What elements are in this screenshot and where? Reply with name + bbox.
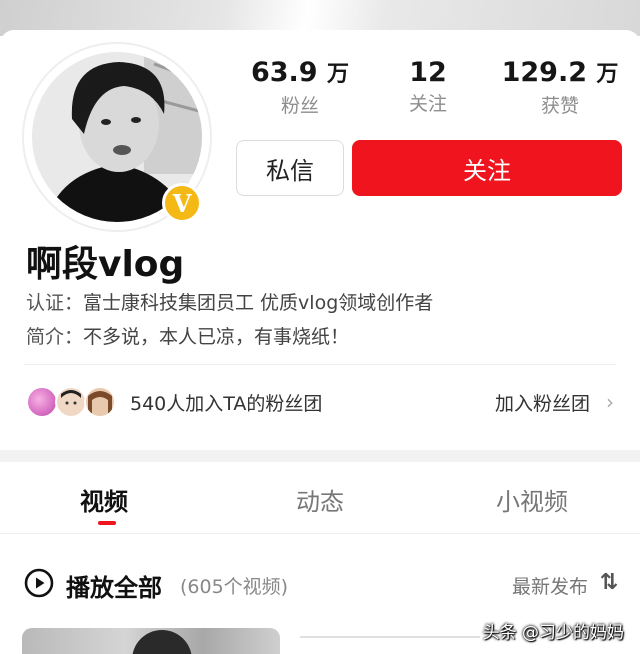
divider — [24, 364, 616, 365]
follow-button[interactable]: 关注 — [352, 140, 622, 196]
video-title-peek — [300, 636, 480, 646]
fan-club-row[interactable]: 540人加入TA的粉丝团 加入粉丝团 › — [0, 378, 640, 428]
tab-short-videos[interactable]: 小视频 — [496, 482, 568, 517]
fan-avatar — [55, 386, 87, 418]
join-fan-club-button[interactable]: 加入粉丝团 — [495, 389, 590, 416]
profile-page: V 63.9 万 粉丝 12 关注 129.2 万 获赞 私信 关注 啊段vlo… — [0, 0, 640, 654]
certification-value: 富士康科技集团员工 优质vlog领域创作者 — [83, 292, 434, 314]
profile-stats: 63.9 万 粉丝 12 关注 129.2 万 获赞 — [232, 56, 632, 122]
message-button[interactable]: 私信 — [236, 140, 344, 196]
stat-fans[interactable]: 63.9 万 粉丝 — [232, 56, 368, 120]
stat-fans-value: 63.9 万 — [250, 57, 350, 88]
play-all-row: 播放全部 (605个视频) 最新发布 ⇅ — [0, 548, 640, 608]
watermark: 头条 @习少的妈妈 — [482, 623, 624, 643]
stat-following-value: 12 — [409, 57, 447, 88]
play-circle-icon[interactable] — [24, 568, 54, 598]
stat-following[interactable]: 12 关注 — [372, 56, 484, 118]
stat-likes[interactable]: 129.2 万 获赞 — [490, 56, 630, 120]
section-gap — [0, 450, 640, 462]
stat-likes-label: 获赞 — [540, 95, 579, 117]
bio-key: 简介： — [26, 326, 84, 348]
stat-fans-label: 粉丝 — [280, 95, 319, 117]
video-count: (605个视频) — [180, 576, 289, 598]
fan-avatar — [84, 386, 116, 418]
tab-posts[interactable]: 动态 — [296, 482, 344, 517]
stat-following-label: 关注 — [408, 93, 447, 115]
sort-latest-button[interactable]: 最新发布 — [512, 572, 588, 599]
play-all-button[interactable]: 播放全部 — [66, 568, 162, 603]
content-tabs: 视频 动态 小视频 — [0, 462, 640, 534]
tab-videos[interactable]: 视频 — [80, 482, 128, 517]
bio-line: 简介：不多说，本人已凉，有事烧纸！ — [26, 322, 349, 349]
active-tab-indicator — [98, 521, 116, 525]
sort-icon[interactable]: ⇅ — [600, 570, 618, 595]
certification-line: 认证：富士康科技集团员工 优质vlog领域创作者 — [26, 288, 433, 315]
profile-card: V 63.9 万 粉丝 12 关注 129.2 万 获赞 私信 关注 啊段vlo… — [0, 30, 640, 450]
profile-name: 啊段vlog — [26, 244, 185, 285]
fan-club-count: 540人加入TA的粉丝团 — [130, 393, 323, 415]
fan-avatar — [26, 386, 58, 418]
chevron-right-icon: › — [606, 390, 614, 414]
certification-key: 认证： — [26, 292, 84, 314]
video-thumbnail[interactable] — [22, 628, 280, 654]
verified-v-icon: V — [162, 183, 202, 223]
bio-value: 不多说，本人已凉，有事烧纸！ — [83, 326, 350, 348]
thumbnail-subject — [132, 630, 192, 654]
stat-likes-value: 129.2 万 — [501, 57, 619, 88]
